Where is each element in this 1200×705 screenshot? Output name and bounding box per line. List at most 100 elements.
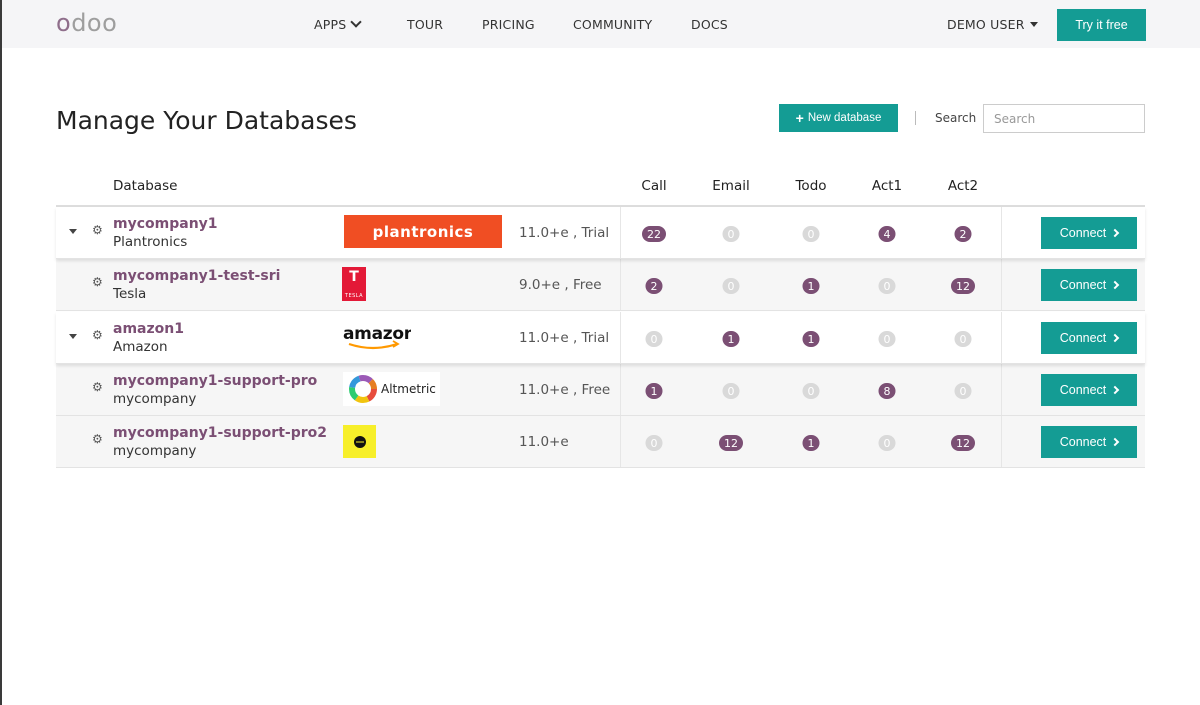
badge-act1: 4 — [878, 226, 896, 242]
chevron-right-icon — [1111, 437, 1120, 447]
badge-act1: 8 — [878, 383, 896, 399]
badge-email: 0 — [722, 383, 740, 399]
new-database-label: New database — [807, 112, 882, 124]
yellow-company-logo — [343, 425, 376, 458]
plantronics-logo: plantronics — [344, 215, 502, 248]
table-row: ⚙ mycompany1-support-pro2 mycompany 11.0… — [56, 416, 1145, 468]
gear-icon[interactable]: ⚙ — [92, 432, 103, 446]
badge-act1: 0 — [878, 331, 896, 347]
chevron-right-icon — [1111, 280, 1120, 290]
badge-act2: 12 — [951, 278, 975, 294]
badge-email: 12 — [719, 435, 743, 451]
connect-button[interactable]: Connect — [1041, 374, 1137, 406]
nav-pricing[interactable]: PRICING — [482, 17, 535, 32]
connect-label: Connect — [1059, 331, 1107, 345]
database-name[interactable]: mycompany1-support-pro2 — [113, 425, 327, 441]
table-row: ⚙ mycompany1 Plantronics plantronics 11.… — [56, 207, 1145, 259]
connect-label: Connect — [1059, 435, 1107, 449]
table-row: ⚙ amazon1 Amazon amazon 11.0+e , Trial 0… — [56, 312, 1145, 364]
badge-act1: 0 — [878, 435, 896, 451]
badge-act2: 12 — [951, 435, 975, 451]
database-company: Amazon — [113, 339, 168, 355]
table-row: ⚙ mycompany1-test-sri Tesla T TESLA 9.0+… — [56, 259, 1145, 311]
try-it-free-button[interactable]: Try it free — [1057, 9, 1146, 41]
connect-button[interactable]: Connect — [1041, 322, 1137, 354]
badge-call: 2 — [645, 278, 663, 294]
version-info: 11.0+e , Trial — [519, 330, 610, 346]
connect-button[interactable]: Connect — [1041, 217, 1137, 249]
col-header-act1[interactable]: Act1 — [872, 178, 902, 194]
new-database-button[interactable]: + New database — [779, 104, 898, 132]
user-menu[interactable]: DEMO USER — [947, 17, 1038, 32]
nav-docs[interactable]: DOCS — [691, 17, 728, 32]
gear-icon[interactable]: ⚙ — [92, 275, 103, 289]
badge-email: 0 — [722, 278, 740, 294]
database-name[interactable]: mycompany1-support-pro — [113, 373, 317, 389]
col-header-database[interactable]: Database — [113, 178, 177, 194]
column-divider — [620, 364, 621, 415]
expand-toggle-icon[interactable] — [69, 334, 77, 339]
badge-todo: 0 — [802, 226, 820, 242]
database-name[interactable]: mycompany1 — [113, 216, 218, 232]
caret-down-icon — [1029, 22, 1038, 27]
col-header-email[interactable]: Email — [712, 178, 749, 194]
badge-email: 0 — [722, 226, 740, 242]
version-info: 11.0+e , Trial — [519, 225, 610, 241]
plus-icon: + — [795, 110, 804, 126]
badge-todo: 1 — [802, 331, 820, 347]
column-divider — [1001, 364, 1002, 415]
nav-apps-label: APPS — [314, 17, 347, 32]
col-header-act2[interactable]: Act2 — [948, 178, 978, 194]
version-info: 9.0+e , Free — [519, 277, 602, 293]
database-company: Tesla — [113, 286, 147, 302]
amazon-smile-icon — [348, 340, 400, 350]
column-divider — [1001, 416, 1002, 467]
badge-act2: 0 — [954, 383, 972, 399]
badge-act1: 0 — [878, 278, 896, 294]
page-title: Manage Your Databases — [56, 106, 357, 135]
nav-community[interactable]: COMMUNITY — [573, 17, 652, 32]
altmetric-logo: Altmetric — [343, 372, 440, 406]
chevron-right-icon — [1111, 228, 1120, 238]
gear-icon[interactable]: ⚙ — [92, 380, 103, 394]
nav-apps[interactable]: APPS — [314, 16, 363, 32]
badge-todo: 1 — [802, 435, 820, 451]
odoo-logo[interactable]: odoo — [56, 9, 117, 37]
yellow-logo-mark — [353, 435, 366, 448]
badge-call: 1 — [645, 383, 663, 399]
database-name[interactable]: mycompany1-test-sri — [113, 268, 280, 284]
col-header-call[interactable]: Call — [641, 178, 666, 194]
database-company: Plantronics — [113, 234, 188, 250]
gear-icon[interactable]: ⚙ — [92, 328, 103, 342]
column-divider — [1001, 259, 1002, 310]
connect-label: Connect — [1059, 278, 1107, 292]
badge-todo: 0 — [802, 383, 820, 399]
nav-tour[interactable]: TOUR — [407, 17, 443, 32]
connect-label: Connect — [1059, 383, 1107, 397]
database-name[interactable]: amazon1 — [113, 321, 184, 337]
version-info: 11.0+e , Free — [519, 382, 611, 398]
version-info: 11.0+e — [519, 434, 569, 450]
badge-call: 0 — [645, 331, 663, 347]
column-divider — [1001, 312, 1002, 363]
amazon-logo: amazon — [343, 322, 411, 352]
column-divider — [620, 207, 621, 258]
expand-toggle-icon[interactable] — [69, 229, 77, 234]
user-name: DEMO USER — [947, 17, 1025, 32]
connect-button[interactable]: Connect — [1041, 426, 1137, 458]
search-input[interactable] — [983, 104, 1145, 133]
tesla-logo: T TESLA — [342, 267, 366, 301]
column-divider — [620, 259, 621, 310]
col-header-todo[interactable]: Todo — [795, 178, 826, 194]
header-separator — [915, 111, 916, 125]
database-company: mycompany — [113, 391, 197, 407]
search-label: Search — [935, 111, 977, 125]
gear-icon[interactable]: ⚙ — [92, 223, 103, 237]
connect-button[interactable]: Connect — [1041, 269, 1137, 301]
top-navbar: odoo APPS TOUR PRICING COMMUNITY DOCS DE… — [2, 0, 1200, 48]
badge-act2: 2 — [954, 226, 972, 242]
connect-label: Connect — [1059, 226, 1107, 240]
badge-call: 22 — [642, 226, 666, 242]
badge-todo: 1 — [802, 278, 820, 294]
altmetric-donut-icon — [349, 375, 377, 403]
